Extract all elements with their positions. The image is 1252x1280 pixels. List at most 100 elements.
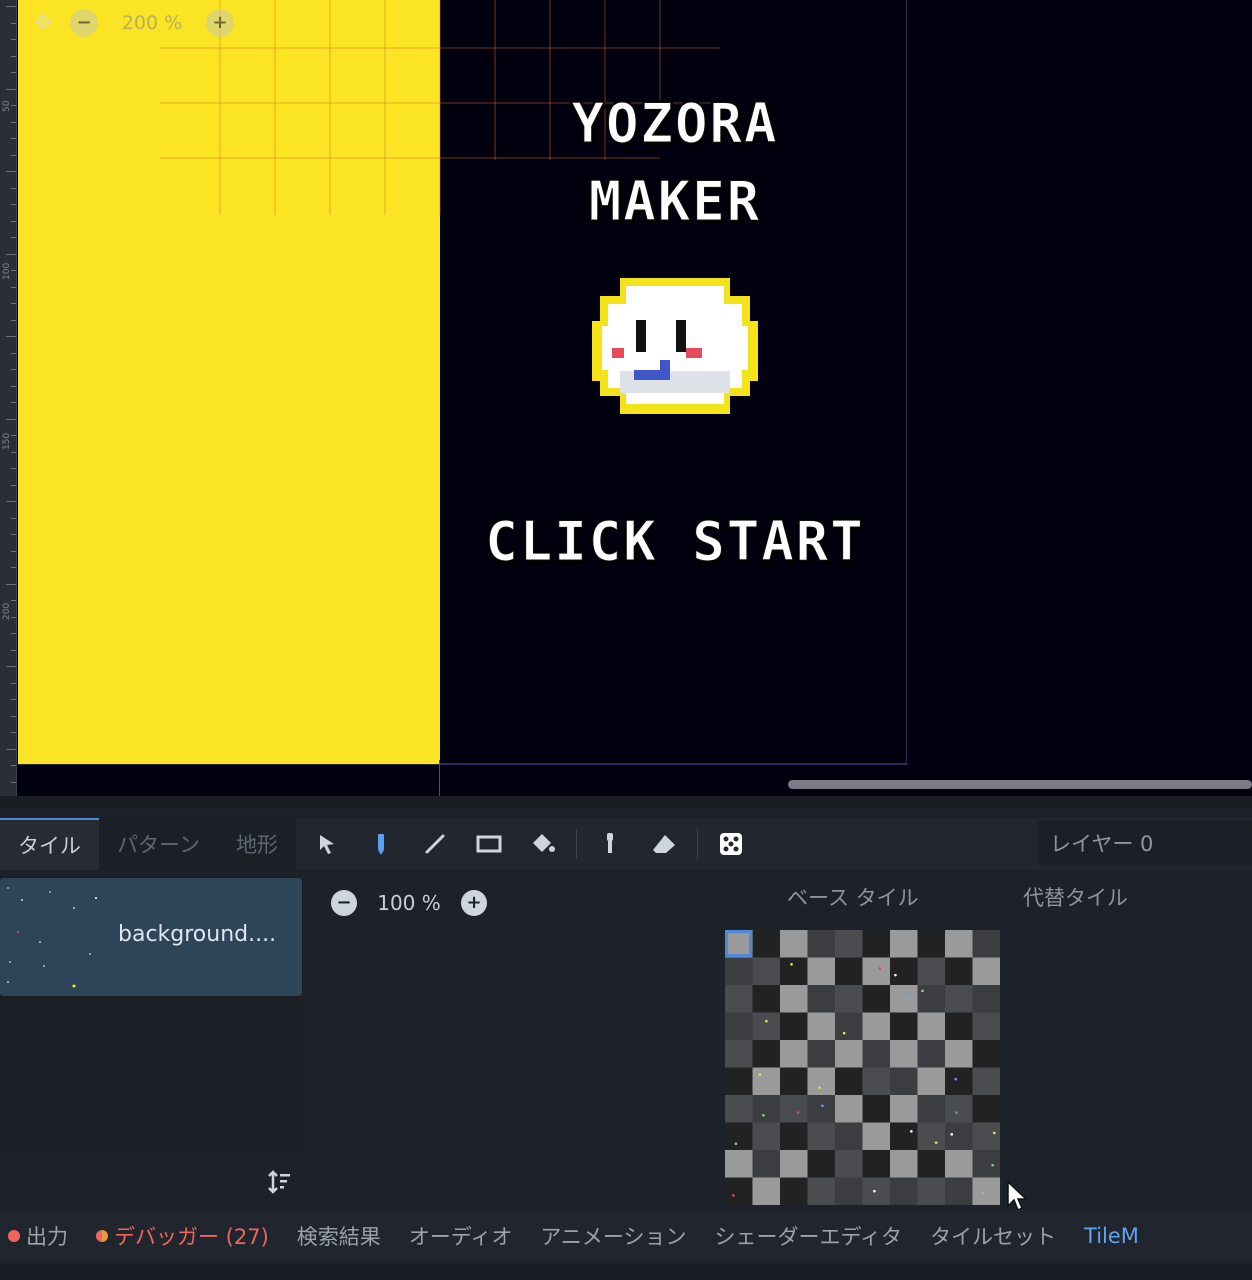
horizontal-scrollbar[interactable] [788, 780, 1252, 789]
atlas-tile[interactable] [862, 1067, 891, 1096]
atlas-tile[interactable] [972, 1122, 1001, 1151]
atlas-tile[interactable] [780, 957, 808, 986]
atlas-tile[interactable] [780, 1150, 808, 1178]
atlas-tile[interactable] [917, 1040, 946, 1068]
atlas-tile[interactable] [917, 1150, 946, 1178]
atlas-tile[interactable] [890, 957, 918, 986]
atlas-tile[interactable] [972, 1177, 1001, 1206]
zoom-in-button[interactable]: + [206, 9, 234, 37]
atlas-tile[interactable] [945, 957, 973, 986]
atlas-tile[interactable] [862, 930, 891, 958]
atlas-tile[interactable] [752, 1012, 781, 1041]
atlas-tile[interactable] [972, 1095, 1001, 1123]
atlas-tile[interactable] [972, 957, 1001, 986]
atlas-tile[interactable] [862, 1150, 891, 1178]
atlas-tile[interactable] [807, 930, 836, 958]
atlas-tile[interactable] [945, 1040, 973, 1068]
paint-tool-button[interactable] [354, 818, 408, 870]
atlas-tile[interactable] [917, 1012, 946, 1041]
tab-shader-editor[interactable]: シェーダーエディタ [715, 1221, 903, 1251]
atlas-tile[interactable] [780, 1122, 808, 1151]
atlas-tile[interactable] [862, 1177, 891, 1206]
zoom-out-button[interactable]: − [70, 9, 98, 37]
atlas-tile[interactable] [945, 1150, 973, 1178]
atlas-tile[interactable] [972, 1067, 1001, 1096]
select-tool-button[interactable] [300, 818, 354, 870]
atlas-tile[interactable] [890, 1040, 918, 1068]
tile-atlas-grid[interactable] [725, 930, 1001, 1206]
atlas-tile[interactable] [752, 985, 781, 1013]
bucket-tool-button[interactable] [516, 818, 570, 870]
atlas-tile[interactable] [725, 1067, 753, 1096]
move-icon[interactable]: ✥ [30, 10, 56, 36]
atlas-tile[interactable] [835, 1177, 863, 1206]
atlas-tile[interactable] [917, 1122, 946, 1151]
layer-selector[interactable]: レイヤー 0 [1038, 820, 1252, 866]
random-tile-button[interactable] [704, 818, 758, 870]
line-tool-button[interactable] [408, 818, 462, 870]
atlas-tile[interactable] [725, 930, 753, 958]
atlas-tile[interactable] [807, 1177, 836, 1206]
atlas-tile[interactable] [835, 957, 863, 986]
atlas-tile[interactable] [807, 957, 836, 986]
atlas-tile[interactable] [862, 1040, 891, 1068]
tab-audio[interactable]: オーディオ [409, 1221, 513, 1251]
atlas-tile[interactable] [862, 957, 891, 986]
atlas-tile[interactable] [752, 1177, 781, 1206]
tab-debugger[interactable]: デバッガー (27) [96, 1221, 269, 1251]
atlas-zoom-in-button[interactable]: + [461, 890, 487, 916]
atlas-tile[interactable] [780, 1012, 808, 1041]
atlas-tile[interactable] [807, 985, 836, 1013]
tab-output[interactable]: 出力 [8, 1221, 68, 1251]
atlas-tile[interactable] [945, 1067, 973, 1096]
atlas-tile[interactable] [972, 1040, 1001, 1068]
atlas-tile[interactable] [835, 1040, 863, 1068]
atlas-tile[interactable] [835, 985, 863, 1013]
atlas-tile[interactable] [835, 1122, 863, 1151]
atlas-tile[interactable] [917, 985, 946, 1013]
atlas-tile[interactable] [780, 1177, 808, 1206]
atlas-tile[interactable] [945, 1012, 973, 1041]
atlas-tile[interactable] [890, 1150, 918, 1178]
atlas-tile[interactable] [945, 985, 973, 1013]
atlas-tile[interactable] [917, 1177, 946, 1206]
atlas-tile[interactable] [862, 985, 891, 1013]
atlas-tile[interactable] [945, 1177, 973, 1206]
zoom-level[interactable]: 200 % [112, 12, 192, 34]
sort-sources-button[interactable] [262, 1165, 296, 1199]
atlas-tile[interactable] [725, 957, 753, 986]
atlas-tile[interactable] [807, 1012, 836, 1041]
canvas-viewport[interactable]: 50 100 150 200 ✥ − 200 % + YOZORA MAKER [0, 0, 1252, 808]
atlas-tile[interactable] [862, 1122, 891, 1151]
atlas-tile[interactable] [752, 957, 781, 986]
atlas-tile[interactable] [945, 1095, 973, 1123]
atlas-tile[interactable] [917, 1067, 946, 1096]
atlas-tile[interactable] [972, 930, 1001, 958]
atlas-tile[interactable] [972, 985, 1001, 1013]
atlas-tile[interactable] [807, 1040, 836, 1068]
atlas-tile[interactable] [835, 1150, 863, 1178]
atlas-tile[interactable] [752, 1122, 781, 1151]
atlas-tile[interactable] [752, 1095, 781, 1123]
atlas-tile[interactable] [972, 1012, 1001, 1041]
atlas-tile[interactable] [780, 985, 808, 1013]
atlas-tile[interactable] [725, 1040, 753, 1068]
atlas-tile[interactable] [972, 1150, 1001, 1178]
atlas-tile[interactable] [780, 1040, 808, 1068]
atlas-tile[interactable] [725, 1122, 753, 1151]
atlas-tile[interactable] [725, 1177, 753, 1206]
tab-search-results[interactable]: 検索結果 [297, 1221, 381, 1251]
click-start-text[interactable]: CLICK START [455, 510, 895, 574]
atlas-tile[interactable] [862, 1095, 891, 1123]
tab-terrains[interactable]: 地形 [218, 818, 296, 870]
atlas-tile[interactable] [807, 1095, 836, 1123]
tab-tilemap[interactable]: TileM [1084, 1224, 1139, 1248]
atlas-tile[interactable] [945, 1122, 973, 1151]
atlas-tile[interactable] [917, 957, 946, 986]
atlas-tile[interactable] [917, 930, 946, 958]
atlas-tile[interactable] [752, 1150, 781, 1178]
atlas-tile[interactable] [890, 930, 918, 958]
atlas-tile[interactable] [890, 985, 918, 1013]
tab-tileset[interactable]: タイルセット [930, 1221, 1056, 1251]
source-item-background[interactable]: background.... [0, 878, 302, 996]
